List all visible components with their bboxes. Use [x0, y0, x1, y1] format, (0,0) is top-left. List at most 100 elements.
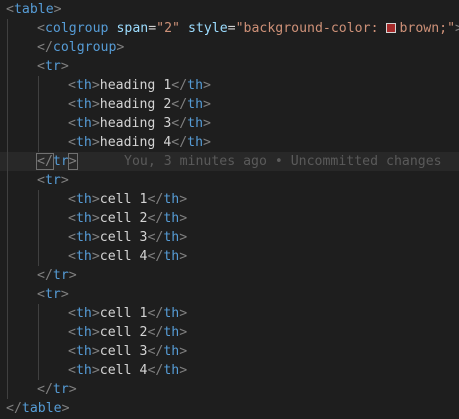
indent-guide — [7, 342, 8, 361]
code-line[interactable]: </colgroup> — [0, 38, 459, 57]
cell-text: heading 3 — [99, 116, 172, 131]
close-angle-bracket: > — [60, 59, 69, 74]
close-angle-bracket: > — [91, 97, 100, 112]
code-line[interactable]: <th>heading 2</th> — [0, 95, 459, 114]
code-line[interactable]: <th>heading 4</th> — [0, 133, 459, 152]
close-angle-bracket: > — [203, 97, 211, 112]
close-angle-bracket: > — [203, 78, 211, 93]
open-angle-bracket: </ — [6, 401, 22, 416]
code-line[interactable]: <th>cell 4</th> — [0, 361, 459, 380]
tag-name: th — [75, 211, 92, 226]
code-line[interactable]: <th>cell 2</th> — [0, 323, 459, 342]
code-line[interactable]: <th>cell 1</th> — [0, 304, 459, 323]
code-line[interactable]: <tr> — [0, 285, 459, 304]
open-angle-bracket: < — [68, 211, 76, 226]
indent-guide — [7, 361, 8, 380]
code-line[interactable]: </tr> — [0, 266, 459, 285]
close-angle-bracket: > — [179, 192, 188, 207]
tag-name: tr — [52, 382, 69, 397]
tag-name: th — [187, 97, 204, 112]
indent-guide — [7, 266, 8, 285]
code-line[interactable]: <th>cell 1</th> — [0, 190, 459, 209]
close-angle-bracket: > — [179, 306, 188, 321]
code-line[interactable]: <th>cell 2</th> — [0, 209, 459, 228]
code-line-content: <th>heading 1</th> — [68, 76, 211, 95]
code-line[interactable]: <th>heading 3</th> — [0, 114, 459, 133]
indent-guide — [38, 133, 39, 152]
open-angle-bracket: </ — [171, 78, 188, 93]
tag-name: colgroup — [44, 21, 109, 36]
open-angle-bracket: < — [68, 325, 76, 340]
indent-guide — [7, 209, 8, 228]
tag-name: th — [75, 249, 92, 264]
code-line[interactable]: <tr> — [0, 57, 459, 76]
indent-guide — [7, 171, 8, 190]
equals-sign: = — [148, 21, 157, 36]
open-angle-bracket: < — [37, 59, 45, 74]
cell-text: cell 2 — [99, 211, 148, 226]
code-line-content: <th>heading 3</th> — [68, 114, 211, 133]
code-line[interactable]: <th>heading 1</th> — [0, 76, 459, 95]
code-line[interactable]: </tr> You, 3 minutes ago • Uncommitted ch… — [0, 152, 459, 171]
open-angle-bracket: < — [37, 287, 45, 302]
code-line[interactable]: <th>cell 4</th> — [0, 247, 459, 266]
code-editor[interactable]: <table> <colgroup span="2" style="backgro… — [0, 0, 459, 419]
open-angle-bracket: < — [37, 21, 45, 36]
open-angle-bracket: </ — [147, 344, 164, 359]
code-line[interactable]: <tr> — [0, 171, 459, 190]
open-angle-bracket: </ — [147, 230, 164, 245]
close-angle-bracket: > — [179, 344, 188, 359]
tag-name: tr — [44, 59, 61, 74]
code-line[interactable]: <table> — [0, 0, 459, 19]
color-swatch-icon[interactable] — [386, 23, 397, 33]
indent-guide — [7, 152, 8, 171]
code-line[interactable]: </table> — [0, 399, 459, 418]
code-line-content: </tr> — [37, 380, 77, 399]
code-line-content: <tr> — [37, 57, 69, 76]
indent-guide — [38, 95, 39, 114]
code-line[interactable]: <th>cell 3</th> — [0, 228, 459, 247]
open-angle-bracket: < — [68, 116, 76, 131]
code-line-content: <table> — [6, 0, 62, 19]
cell-text: cell 3 — [99, 230, 148, 245]
cell-text: heading 4 — [99, 135, 172, 150]
close-angle-bracket: > — [91, 116, 100, 131]
indent-guide — [7, 114, 8, 133]
open-angle-bracket: < — [68, 135, 76, 150]
indent-guide — [7, 304, 8, 323]
close-angle-bracket: > — [179, 325, 188, 340]
close-angle-bracket: > — [203, 135, 211, 150]
cell-text: cell 1 — [99, 306, 148, 321]
open-angle-bracket: < — [68, 97, 76, 112]
code-line-content: <th>cell 3</th> — [68, 342, 187, 361]
code-line[interactable]: </tr> — [0, 380, 459, 399]
tag-name: th — [163, 306, 180, 321]
indent-guide — [38, 76, 39, 95]
tag-name: th — [75, 97, 92, 112]
indent-guide — [7, 380, 8, 399]
open-angle-bracket: < — [37, 173, 45, 188]
tag-name: tr — [52, 154, 69, 169]
tag-name: tr — [44, 173, 61, 188]
attribute-value: brown;" — [399, 21, 456, 36]
close-angle-bracket: > — [91, 211, 100, 226]
code-line[interactable]: <th>cell 3</th> — [0, 342, 459, 361]
open-angle-bracket: </ — [171, 135, 188, 150]
open-angle-bracket: </ — [171, 116, 188, 131]
code-line-content: <th>cell 1</th> — [68, 190, 187, 209]
close-angle-bracket: > — [179, 249, 188, 264]
cell-text: cell 3 — [99, 344, 148, 359]
tag-name: th — [163, 192, 180, 207]
code-line-content: <th>heading 2</th> — [68, 95, 211, 114]
open-angle-bracket: < — [68, 192, 76, 207]
code-line[interactable]: <colgroup span="2" style="background-col… — [0, 19, 459, 38]
tag-name: th — [163, 325, 180, 340]
indent-guide — [38, 228, 39, 247]
open-angle-bracket: </ — [171, 97, 188, 112]
open-angle-bracket: < — [6, 2, 14, 17]
code-line-content: <th>cell 2</th> — [68, 209, 187, 228]
close-angle-bracket: > — [203, 116, 211, 131]
indent-guide — [38, 304, 39, 323]
cell-text: cell 2 — [99, 325, 148, 340]
